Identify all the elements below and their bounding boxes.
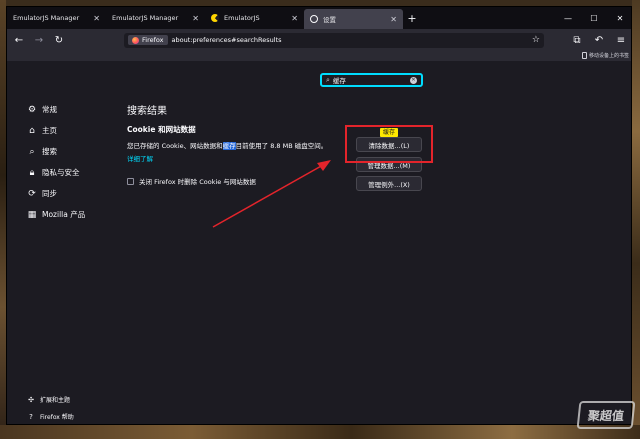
sidebar-item-label: 常规 [42,105,57,114]
close-icon[interactable]: ✕ [291,14,298,23]
learn-more-link[interactable]: 详细了解 [127,153,153,163]
sidebar-item-label: 搜索 [42,147,57,156]
lock-icon: 🔒︎ [29,167,35,178]
preferences-content: ⌕ 缓存 ✕ ⚙ 常规 ⌂ 主页 ⌕ 搜索 🔒︎ 隐私与安全 ⟳ 同步 ▦ Mo… [7,61,631,424]
sidebar-item-general[interactable]: ⚙ 常规 [27,99,117,120]
search-icon: ⌕ [326,75,330,84]
delete-on-close-checkbox[interactable] [127,177,134,185]
toolbar-right: ⧉ ↶ ≡ [570,33,628,47]
desktop-background-right [632,0,640,439]
sidebar-item-label: 同步 [42,189,57,198]
tab-title: EmulatorJS Manager [112,14,179,22]
puzzle-icon: ✣ [28,395,34,404]
tab-emulatorjs-manager-1[interactable]: EmulatorJS Manager ✕ [7,7,106,29]
help-icon: ? [29,412,33,421]
sidebar-item-label: Firefox 帮助 [40,414,74,421]
pacman-icon [211,14,219,22]
annotation-arrow [212,160,331,228]
description-text: 目前使用了 8.8 MB 磁盘空间。 [235,142,328,150]
extensions-icon[interactable]: ⧉ [570,33,584,47]
search-icon: ⌕ [29,146,35,157]
reply-icon[interactable]: ↶ [592,33,606,47]
tab-emulatorjs-manager-2[interactable]: EmulatorJS Manager ✕ [106,7,205,29]
identity-box[interactable]: Firefox [128,35,168,45]
firefox-window: EmulatorJS Manager ✕ EmulatorJS Manager … [6,6,632,425]
description-text: 您已存储的 Cookie、网站数据和 [127,142,223,150]
sidebar-item-sync[interactable]: ⟳ 同步 [27,183,117,204]
sidebar-item-label: 主页 [42,126,57,135]
close-icon[interactable]: ✕ [93,14,100,23]
search-highlight: 缓存 [222,142,236,150]
firefox-icon [132,36,139,44]
mobile-bookmarks-label: 移动设备上的书签 [588,53,629,59]
identity-label: Firefox [142,36,164,44]
mozilla-icon: ▦ [27,209,37,220]
clear-search-icon[interactable]: ✕ [410,76,417,84]
menu-icon[interactable]: ≡ [614,33,628,47]
sidebar-item-home[interactable]: ⌂ 主页 [27,120,117,141]
url-text[interactable]: about:preferences#searchResults [172,36,528,44]
mobile-device-icon [581,52,587,59]
navigation-bar: ← → ↻ Firefox about:preferences#searchRe… [7,29,631,51]
close-window-button[interactable]: ✕ [607,7,631,29]
url-bar[interactable]: Firefox about:preferences#searchResults … [124,32,544,48]
bookmarks-bar: 移动设备上的书签 [7,51,631,61]
section-title: Cookie 和网站数据 [127,125,196,134]
search-tooltip: 缓存 [380,128,399,137]
tab-title: EmulatorJS [224,14,260,22]
sidebar-item-help[interactable]: ? Firefox 帮助 [27,408,147,424]
manage-exceptions-button[interactable]: 管理例外...(X) [356,176,422,191]
storage-description: 您已存储的 Cookie、网站数据和缓存目前使用了 8.8 MB 磁盘空间。 [127,140,327,150]
bookmark-star-icon[interactable]: ☆ [532,35,540,45]
sidebar-item-extensions[interactable]: ✣ 扩展和主题 [27,391,147,408]
sidebar-item-privacy[interactable]: 🔒︎ 隐私与安全 [27,162,117,183]
gear-icon: ⚙ [27,104,37,115]
sync-icon: ⟳ [28,188,36,199]
tab-emulatorjs[interactable]: EmulatorJS ✕ [205,7,304,29]
watermark-logo: 聚超值 [576,401,636,429]
forward-button[interactable]: → [32,33,46,47]
tab-settings[interactable]: 设置 ✕ [304,9,403,29]
tab-title: 设置 [323,16,336,24]
settings-sidebar: ⚙ 常规 ⌂ 主页 ⌕ 搜索 🔒︎ 隐私与安全 ⟳ 同步 ▦ Mozilla 产… [27,99,117,225]
close-icon[interactable]: ✕ [390,15,397,24]
sidebar-item-mozilla[interactable]: ▦ Mozilla 产品 [27,204,117,225]
window-controls: — ☐ ✕ [555,7,631,29]
reload-button[interactable]: ↻ [52,33,66,47]
sidebar-item-label: 扩展和主题 [40,397,71,404]
gear-icon [310,15,318,23]
search-value[interactable]: 缓存 [333,75,407,85]
sidebar-item-label: Mozilla 产品 [42,210,86,219]
sidebar-item-search[interactable]: ⌕ 搜索 [27,141,117,162]
settings-search-input[interactable]: ⌕ 缓存 ✕ [320,73,423,87]
back-button[interactable]: ← [12,33,26,47]
close-icon[interactable]: ✕ [192,14,199,23]
home-icon: ⌂ [29,125,35,136]
tab-title: EmulatorJS Manager [13,14,80,22]
new-tab-button[interactable]: + [403,7,421,29]
sidebar-item-label: 隐私与安全 [42,168,80,177]
maximize-button[interactable]: ☐ [581,7,607,29]
page-title: 搜索结果 [127,106,167,117]
sidebar-footer: ✣ 扩展和主题 ? Firefox 帮助 [27,391,147,424]
mobile-bookmarks-folder[interactable]: 移动设备上的书签 [581,52,629,59]
minimize-button[interactable]: — [555,7,581,29]
desktop-background-bottom [0,425,640,439]
tab-strip: EmulatorJS Manager ✕ EmulatorJS Manager … [7,7,631,29]
